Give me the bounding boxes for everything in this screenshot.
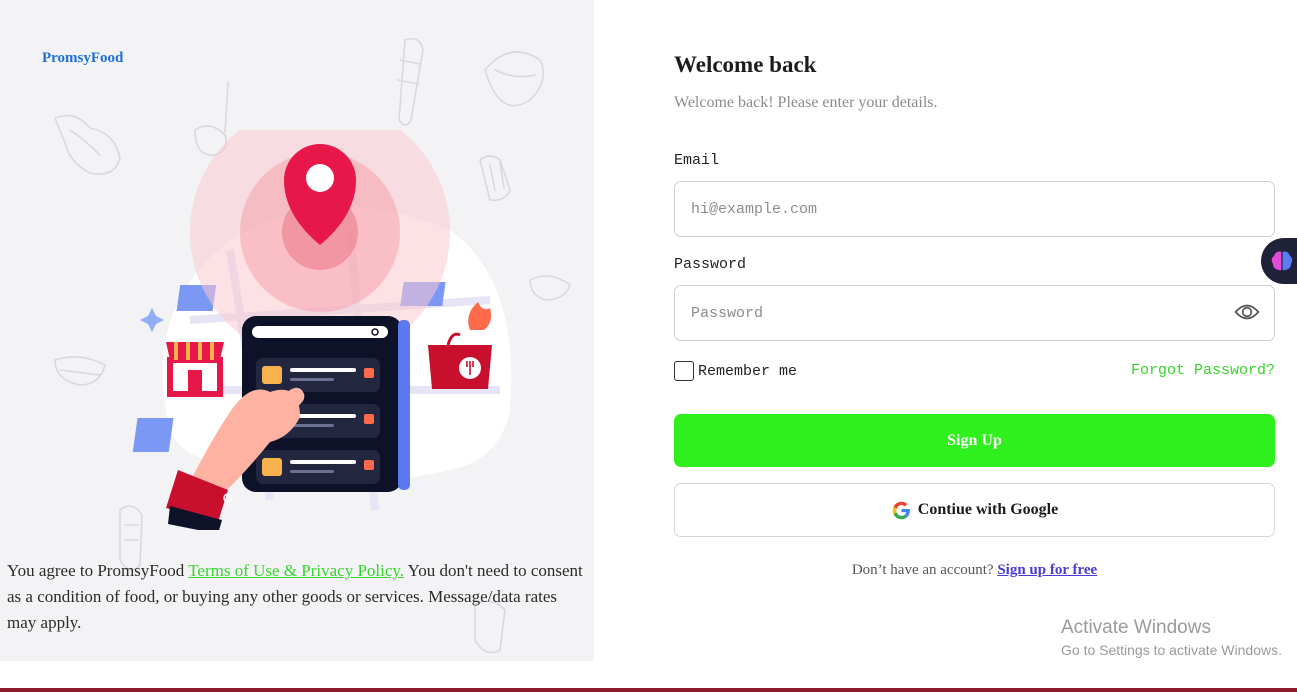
remember-me-option[interactable]: Remember me <box>674 361 797 381</box>
eye-icon[interactable] <box>1234 299 1260 325</box>
watermark-title: Activate Windows <box>1061 617 1211 638</box>
page-subtitle: Welcome back! Please enter your details. <box>674 94 938 111</box>
sign-up-button[interactable]: Sign Up <box>674 414 1275 467</box>
brain-icon <box>1271 251 1293 271</box>
brand-logo[interactable]: PromsyFood <box>42 50 123 67</box>
watermark-subtitle: Go to Settings to activate Windows. <box>1061 642 1282 658</box>
login-panel: Welcome back Welcome back! Please enter … <box>594 0 1297 688</box>
forgot-password-link[interactable]: Forgot Password? <box>1131 362 1275 379</box>
google-button-label: Contiue with Google <box>917 501 1059 518</box>
email-label: Email <box>674 152 720 169</box>
continue-with-google-button[interactable]: Contiue with Google <box>674 483 1275 537</box>
bottom-accent-bar <box>0 688 1297 692</box>
terms-prefix: You agree to PromsyFood <box>7 561 189 580</box>
no-account-text: Don’t have an account? <box>851 562 994 578</box>
sign-up-free-link[interactable]: Sign up for free <box>997 562 1097 578</box>
remember-me-label: Remember me <box>698 362 798 380</box>
password-field[interactable] <box>674 285 1275 341</box>
activate-windows-watermark: Activate Windows Go to Settings to activ… <box>1061 616 1282 660</box>
page-title: Welcome back <box>674 52 817 77</box>
map-pin-phone-illustration <box>132 130 512 530</box>
left-panel: PromsyFood You agree to PromsyFood Terms… <box>0 0 594 661</box>
password-label: Password <box>674 256 747 273</box>
email-field[interactable] <box>674 181 1275 237</box>
signup-prompt: Don’t have an account? Sign up for free <box>674 562 1275 579</box>
terms-privacy-link[interactable]: Terms of Use & Privacy Policy. <box>188 561 404 580</box>
google-icon <box>892 501 910 519</box>
remember-me-checkbox[interactable] <box>674 361 694 381</box>
terms-notice: You agree to PromsyFood Terms of Use & P… <box>7 558 587 636</box>
